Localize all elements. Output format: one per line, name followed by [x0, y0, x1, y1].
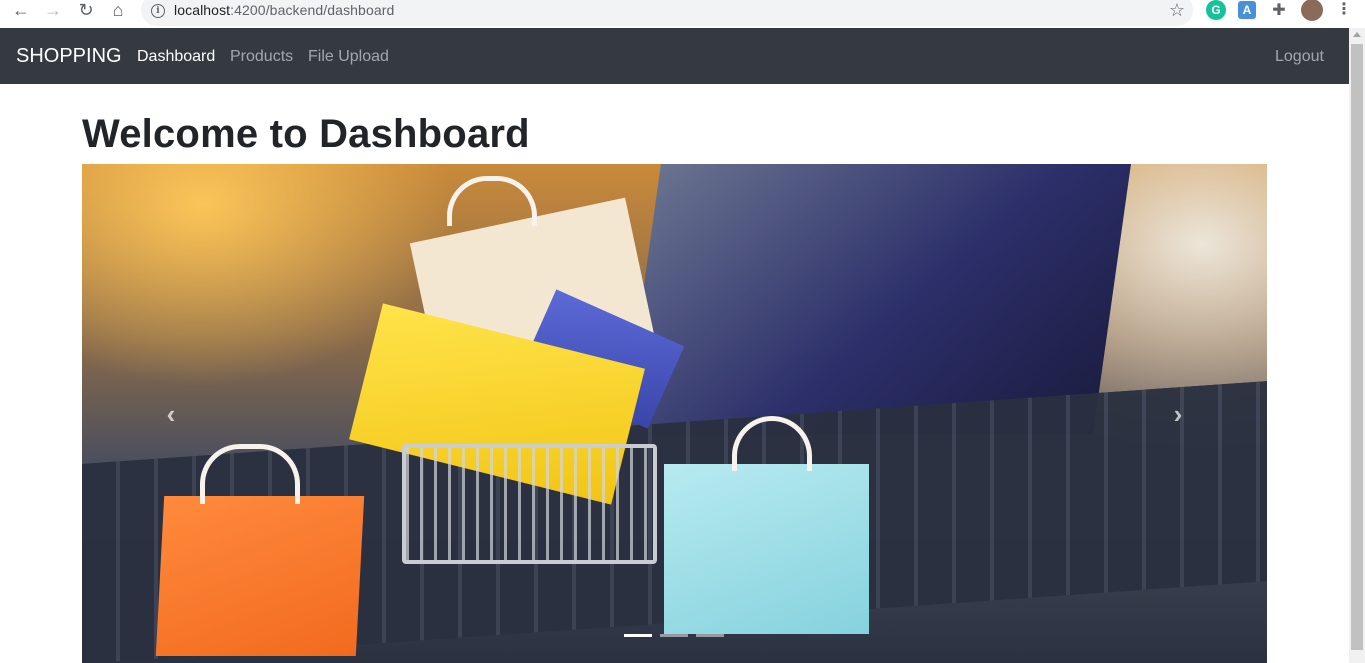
carousel-prev-icon[interactable]: ‹ [156, 400, 186, 430]
carousel-indicator[interactable] [660, 634, 688, 637]
laptop-screen-graphic [623, 164, 1131, 434]
page-scrollbar[interactable] [1349, 28, 1365, 663]
translate-extension-icon[interactable]: A [1238, 1, 1256, 19]
carousel-slide-image [82, 164, 1267, 663]
carousel-next-icon[interactable]: › [1163, 400, 1193, 430]
back-icon[interactable]: ← [10, 0, 32, 20]
scrollbar-thumb[interactable] [1351, 44, 1363, 650]
address-bar[interactable]: i localhost:4200/backend/dashboard ☆ [141, 0, 1193, 26]
nav-link-products[interactable]: Products [230, 47, 293, 67]
bag-handle-graphic [200, 444, 300, 504]
browser-toolbar: ← → ↻ ⌂ i localhost:4200/backend/dashboa… [0, 0, 1365, 28]
extensions-puzzle-icon[interactable]: ✚ [1269, 0, 1289, 20]
page-title: Welcome to Dashboard [82, 112, 530, 156]
logout-link[interactable]: Logout [1275, 47, 1324, 67]
carousel-indicator[interactable] [624, 634, 652, 637]
shopping-bag-graphic [155, 496, 365, 656]
url-path: :4200/backend/dashboard [230, 2, 395, 18]
grammarly-extension-icon[interactable]: G [1206, 0, 1226, 20]
url-host: localhost [174, 2, 231, 18]
carousel-indicator[interactable] [696, 634, 724, 637]
star-icon[interactable]: ☆ [1169, 0, 1185, 21]
shopping-cart-graphic [402, 444, 657, 564]
profile-avatar[interactable] [1301, 0, 1323, 21]
info-icon[interactable]: i [151, 4, 165, 18]
forward-icon[interactable]: → [42, 0, 64, 20]
shopping-bag-graphic [664, 464, 869, 634]
nav-link-file-upload[interactable]: File Upload [308, 47, 389, 67]
brand-logo[interactable]: SHOPPING [16, 44, 122, 68]
nav-link-dashboard[interactable]: Dashboard [137, 47, 215, 67]
scroll-up-arrow-icon[interactable] [1353, 32, 1361, 37]
url-text[interactable]: localhost:4200/backend/dashboard [174, 2, 394, 18]
reload-icon[interactable]: ↻ [75, 0, 97, 20]
browser-menu-icon[interactable]: ⋮ [1336, 0, 1352, 20]
bag-handle-graphic [447, 176, 537, 226]
image-carousel: ‹ › [82, 164, 1267, 663]
carousel-indicators [624, 634, 724, 637]
top-navbar: SHOPPING Dashboard Products File Upload … [0, 28, 1349, 84]
home-icon[interactable]: ⌂ [107, 0, 129, 20]
